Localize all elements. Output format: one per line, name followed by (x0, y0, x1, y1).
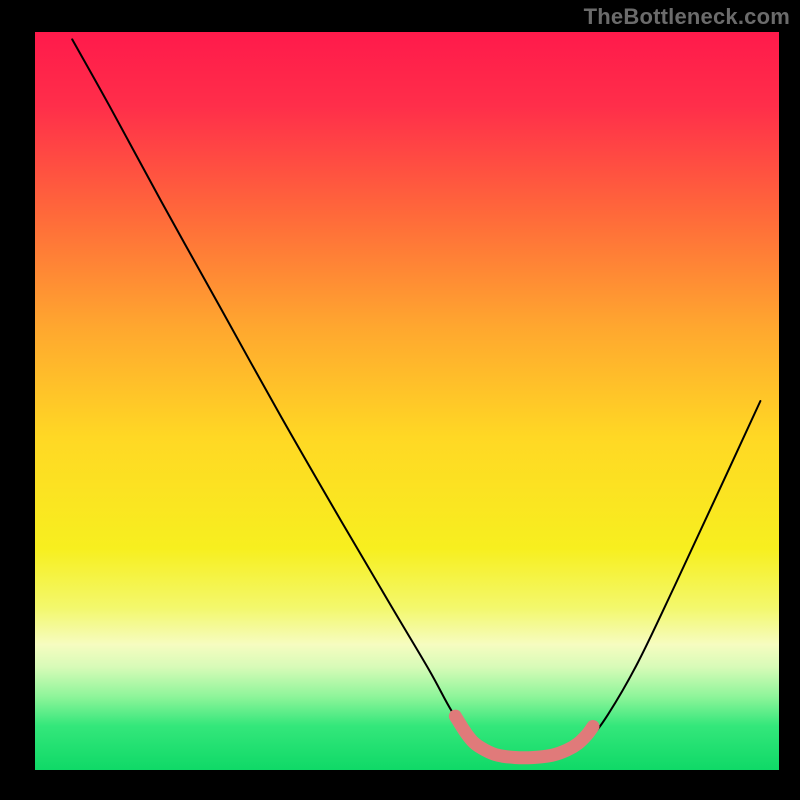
bottleneck-chart (0, 0, 800, 800)
chart-frame: { "attribution": "TheBottleneck.com", "c… (0, 0, 800, 800)
attribution-text: TheBottleneck.com (584, 4, 790, 30)
gradient-plot-background (35, 32, 779, 770)
